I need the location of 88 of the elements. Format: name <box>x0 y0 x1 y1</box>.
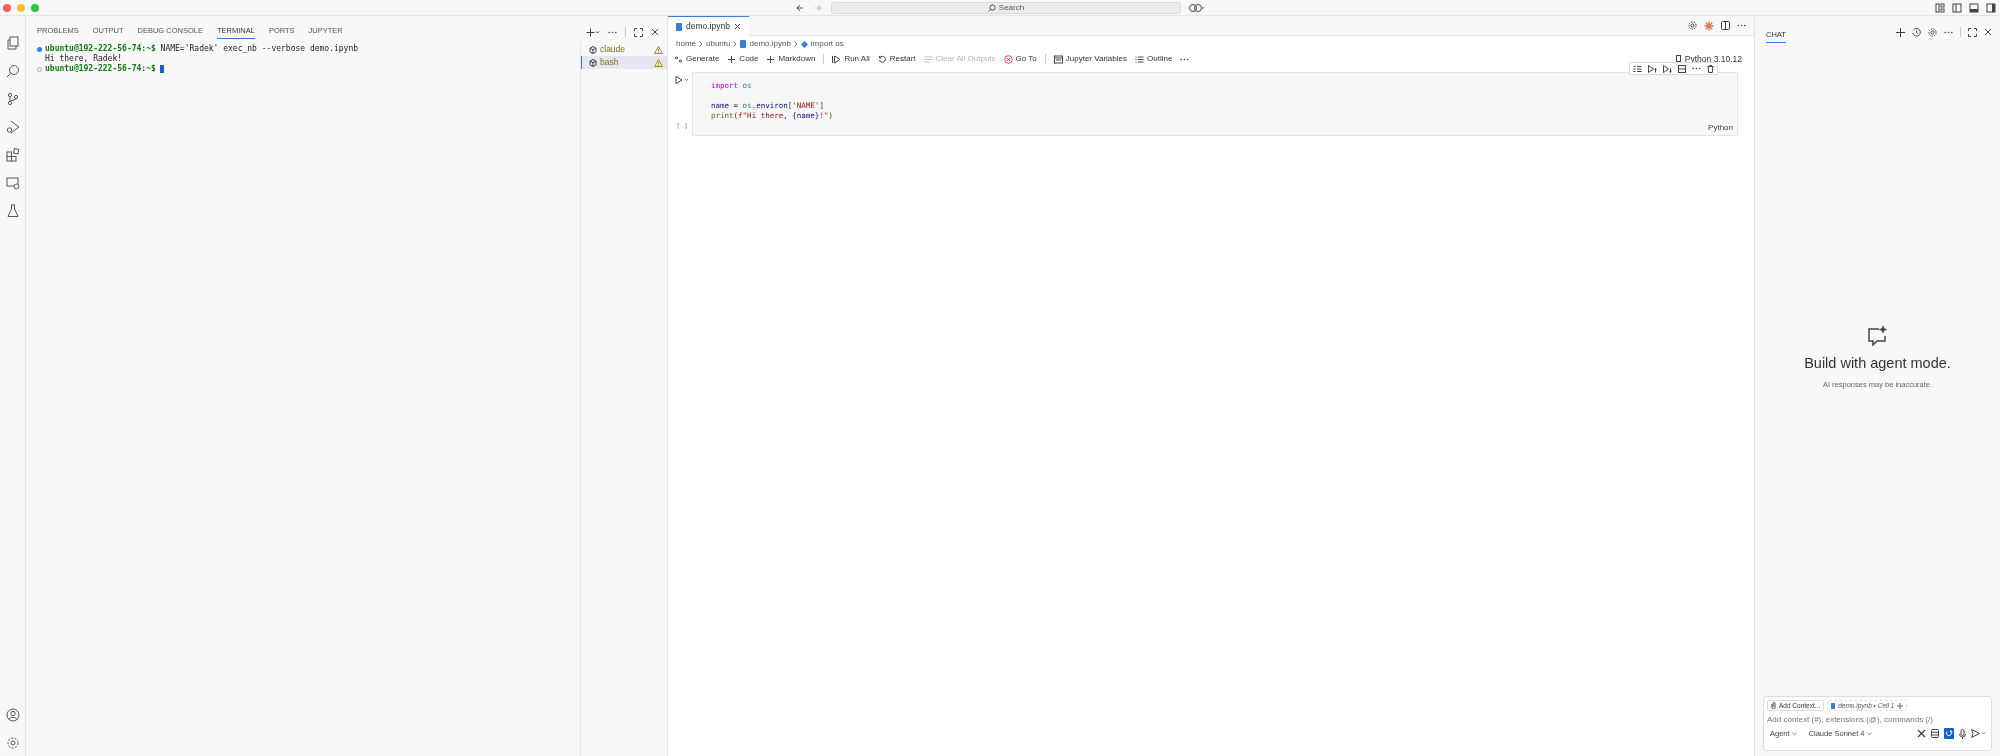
toggle-sidebar-icon[interactable] <box>1952 2 1962 13</box>
error-icon <box>1003 54 1013 64</box>
more-actions-icon[interactable] <box>1944 30 1953 34</box>
clear-icon <box>923 54 933 64</box>
more-actions-icon[interactable] <box>1180 57 1190 61</box>
maximize-icon[interactable] <box>634 27 643 37</box>
plus-icon <box>727 54 737 64</box>
breadcrumb[interactable]: demo.ipynb <box>740 38 791 50</box>
more-actions-icon[interactable] <box>608 30 617 34</box>
settings-icon[interactable] <box>5 736 20 750</box>
terminal-command-line: ubuntu@192-222-56-74:~$ <box>45 64 156 74</box>
breadcrumb[interactable]: ubuntu <box>706 38 731 50</box>
gear-icon[interactable] <box>1928 27 1937 37</box>
notebook-icon <box>676 22 682 31</box>
more-actions-icon[interactable] <box>1737 24 1746 27</box>
send-icon[interactable] <box>1971 729 1986 739</box>
toolbar-button[interactable]: Outline <box>1135 53 1173 65</box>
tools-icon[interactable] <box>1917 729 1926 739</box>
database-icon[interactable] <box>1931 729 1939 739</box>
toolbar-button[interactable]: Run All <box>832 53 870 65</box>
toolbar-button[interactable]: Markdown <box>766 53 816 65</box>
new-terminal-icon[interactable] <box>586 27 600 37</box>
close-icon[interactable] <box>733 23 741 30</box>
chevron-right-icon <box>733 41 738 47</box>
run-below-icon[interactable] <box>1663 64 1672 73</box>
notebook-icon <box>1831 702 1836 709</box>
outline-icon <box>1135 54 1144 64</box>
toolbar-button[interactable]: Generate <box>674 53 720 65</box>
plus-icon[interactable] <box>1896 27 1905 37</box>
account-icon[interactable] <box>5 708 20 722</box>
extensions-icon[interactable] <box>5 148 20 162</box>
source-control-icon[interactable] <box>5 92 20 106</box>
sparkle-chat-icon <box>1866 325 1889 347</box>
toolbar-button[interactable]: Code <box>727 53 759 65</box>
split-editor-icon[interactable] <box>1721 21 1730 30</box>
layout-icon[interactable] <box>1935 2 1945 13</box>
cell-language[interactable]: Python <box>1708 122 1733 134</box>
chevron-right-icon <box>699 41 703 47</box>
terminal-output: Hi there, Radek! <box>44 54 123 64</box>
run-above-icon[interactable] <box>1648 64 1657 73</box>
close-icon[interactable] <box>651 28 659 36</box>
back-arrow-icon[interactable] <box>795 2 805 13</box>
toggle-secondary-sidebar-icon[interactable] <box>1986 2 1996 13</box>
toolbar-button[interactable]: Jupyter Variables <box>1053 53 1127 65</box>
maximize-icon[interactable] <box>1968 27 1977 37</box>
close-window-button[interactable] <box>3 3 11 12</box>
restart-icon <box>877 54 887 64</box>
asterisk-icon[interactable] <box>1704 20 1714 31</box>
chevron-right-icon <box>793 41 798 47</box>
trash-icon[interactable] <box>1707 64 1714 73</box>
search-field[interactable]: Search <box>831 1 1181 14</box>
terminal-icon <box>589 58 597 67</box>
split-cell-icon[interactable] <box>1678 64 1686 73</box>
terminal-icon <box>589 45 597 54</box>
execute-above-icon[interactable] <box>1633 64 1642 73</box>
chevron-down-icon <box>1791 731 1797 736</box>
paperclip-icon <box>1771 702 1776 709</box>
editor-tab[interactable]: demo.ipynb <box>668 16 749 36</box>
breadcrumb[interactable]: home <box>676 38 696 50</box>
plus-icon <box>766 54 776 64</box>
chat-heading: Build with agent mode. <box>1804 354 1951 373</box>
toggle-panel-icon[interactable] <box>1969 2 1979 13</box>
terminal-list-item[interactable]: bash <box>581 56 667 69</box>
chevron-down-icon <box>1866 731 1872 736</box>
explorer-icon[interactable] <box>5 36 20 50</box>
remote-explorer-icon[interactable] <box>5 176 20 190</box>
chat-input-field[interactable]: Add context (#), extensions (@), commands (/) <box>1767 714 1988 726</box>
toolbar-button[interactable]: Restart <box>877 53 916 65</box>
refresh-icon[interactable] <box>1944 728 1954 740</box>
toolbar-button[interactable]: Go To <box>1003 53 1037 65</box>
gear-icon[interactable] <box>1688 21 1697 30</box>
run-all-icon <box>832 54 842 64</box>
more-actions-icon[interactable] <box>1692 67 1701 70</box>
cube-icon <box>800 40 808 48</box>
search-icon <box>987 3 996 12</box>
flask-icon[interactable] <box>5 204 20 218</box>
breadcrumb[interactable]: import os <box>800 38 844 50</box>
search-icon[interactable] <box>5 64 20 78</box>
run-cell-icon[interactable] <box>675 76 689 84</box>
microphone-icon[interactable] <box>1959 728 1966 739</box>
run-debug-icon[interactable] <box>5 120 20 134</box>
sparkle-icon <box>674 54 683 64</box>
close-icon[interactable] <box>1984 28 1992 36</box>
notebook-icon <box>740 40 747 48</box>
terminal-list-item[interactable]: claude <box>581 43 667 56</box>
variables-icon <box>1053 54 1063 64</box>
history-icon[interactable] <box>1912 27 1921 37</box>
terminal-command-line: ubuntu@192-222-56-74:~$ NAME='Radek' exec_nb --verbose demo.ipynb <box>45 44 359 54</box>
